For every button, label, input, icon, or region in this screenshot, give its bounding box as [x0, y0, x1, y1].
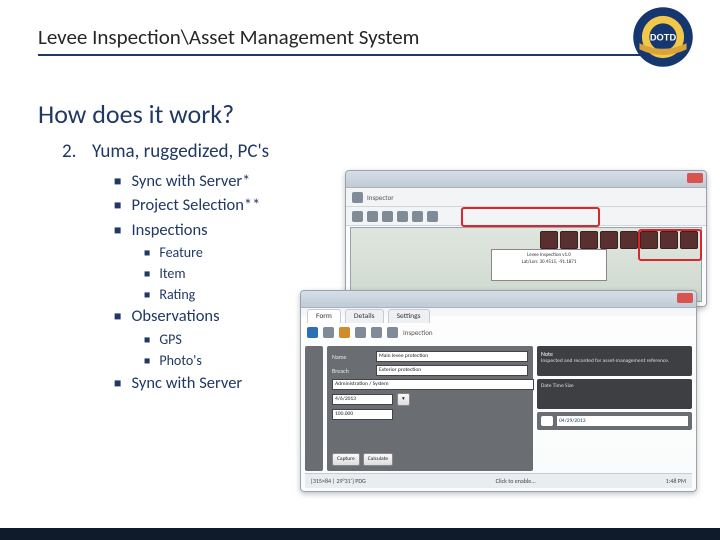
menu-row: Inspector	[346, 188, 706, 207]
slide: Levee Inspection\Asset Management System…	[0, 0, 720, 540]
capture-button: Capture	[332, 453, 360, 466]
status-left: [315×84 | 29°31'] PDG	[311, 477, 366, 485]
highlight-box	[461, 207, 600, 227]
list-number: 2.	[62, 140, 82, 163]
tab-strip: Form Details Settings	[307, 309, 430, 323]
tool-icon	[382, 211, 393, 222]
dotd-logo: DOTD	[632, 6, 694, 68]
camera-icon	[541, 416, 553, 426]
tool-icon	[352, 211, 363, 222]
square-bullet-icon: ■	[114, 306, 121, 328]
side-strip	[305, 346, 323, 471]
bottom-band	[0, 528, 720, 540]
tool-icon	[412, 211, 423, 222]
map-tool-icon	[600, 231, 618, 249]
tool-icon	[355, 327, 366, 338]
close-icon	[687, 173, 703, 183]
app-icon	[352, 192, 363, 203]
dropdown-icon: ▾	[397, 393, 410, 406]
window-title-text: Inspector	[367, 193, 394, 202]
square-bullet-icon: ■	[144, 352, 150, 371]
numbered-item: 2. Yuma, ruggedized, PC's	[62, 140, 402, 163]
date-value: 4/6/2013	[332, 394, 393, 405]
list-heading: Yuma, ruggedized, PC's	[92, 140, 269, 163]
square-bullet-icon: ■	[144, 265, 150, 284]
status-bar: [315×84 | 29°31'] PDG Click to enable...…	[305, 473, 692, 488]
square-bullet-icon: ■	[114, 171, 121, 193]
form-section: Administration / System	[332, 379, 534, 390]
tab: Details	[345, 309, 384, 323]
highlight-box	[638, 229, 702, 261]
section-title: How does it work?	[38, 98, 234, 130]
title-bar: Levee Inspection\Asset Management System	[38, 24, 682, 56]
square-bullet-icon: ■	[114, 195, 121, 217]
form-label: Name	[332, 353, 372, 361]
tool-icon	[397, 211, 408, 222]
calculate-button: Calculate	[363, 453, 393, 466]
map-tool-icon	[540, 231, 558, 249]
form-panel: Name Main levee protection Breach Exteri…	[327, 346, 533, 471]
square-bullet-icon: ■	[144, 331, 150, 350]
square-bullet-icon: ■	[114, 373, 121, 395]
tool-icon	[371, 327, 382, 338]
square-bullet-icon: ■	[144, 244, 150, 263]
square-bullet-icon: ■	[144, 286, 150, 305]
slide-title: Levee Inspection\Asset Management System	[38, 24, 419, 50]
tab: Form	[307, 309, 341, 323]
note-box: Note Inspected and recorded for asset-ma…	[537, 346, 692, 376]
tool-icon	[339, 327, 350, 338]
square-bullet-icon: ■	[114, 220, 121, 242]
tool-icon	[427, 211, 438, 222]
photo-date: 04/29/2013	[557, 416, 688, 426]
tool-icon	[367, 211, 378, 222]
status-center: Click to enable...	[496, 477, 536, 485]
form-value: Main levee protection	[376, 351, 528, 362]
logo-text: DOTD	[650, 33, 677, 43]
table-box: Date Time Size	[537, 379, 692, 409]
window-titlebar	[346, 171, 706, 188]
map-tool-icon	[560, 231, 578, 249]
form-label: Breach	[332, 367, 372, 375]
tab: Settings	[388, 309, 430, 323]
window-titlebar	[301, 291, 696, 308]
map-tool-icon	[580, 231, 598, 249]
close-icon	[677, 293, 693, 303]
ribbon-toolbar: Inspection	[307, 327, 433, 338]
map-window-screenshot: Inspector Leve	[345, 170, 707, 307]
sync-icon	[307, 327, 318, 338]
ribbon-label: Inspection	[403, 328, 433, 337]
right-panel: Note Inspected and recorded for asset-ma…	[537, 346, 692, 471]
tool-icon	[387, 327, 398, 338]
form-value: Exterior protection	[376, 365, 528, 376]
map-info-box: Levee Inspection v1.0 Lat/Lon: 30.4515, …	[491, 249, 607, 281]
photo-bar: 04/29/2013	[537, 412, 692, 430]
rating-value: 100.000	[332, 409, 393, 420]
form-window-screenshot: Form Details Settings Inspection Name Ma…	[300, 290, 697, 492]
map-tool-icon	[620, 231, 638, 249]
status-right: 1:48 PM	[666, 477, 686, 485]
tool-icon	[323, 327, 334, 338]
